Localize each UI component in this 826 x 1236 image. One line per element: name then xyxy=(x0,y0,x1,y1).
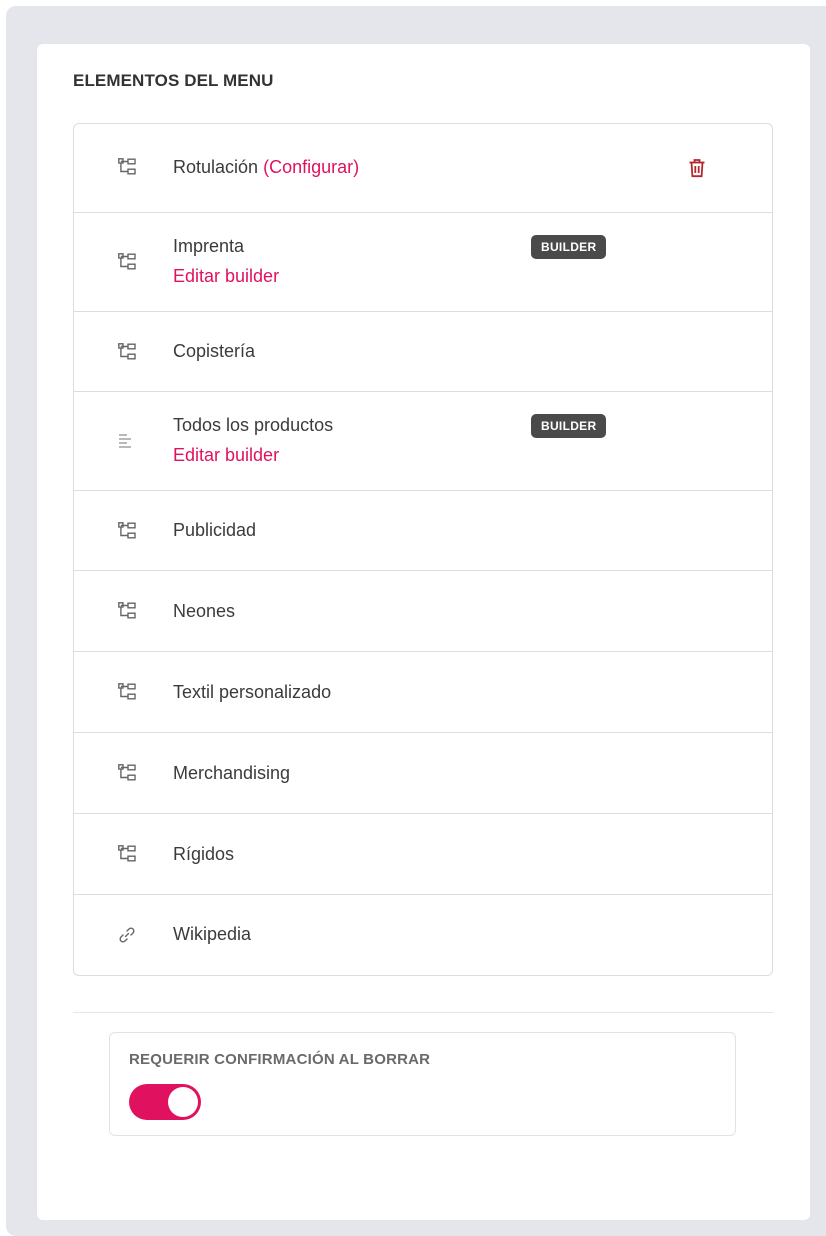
menu-item-publicidad[interactable]: Publicidad xyxy=(74,491,772,571)
page-background: ELEMENTOS DEL MENU Rotulación (Configura… xyxy=(6,6,826,1236)
menu-item-neones[interactable]: Neones xyxy=(74,571,772,652)
menu-item-rigidos[interactable]: Rígidos xyxy=(74,814,772,895)
menu-item-label: Todos los productos xyxy=(173,415,334,435)
menu-item-label: Textil personalizado xyxy=(173,682,332,702)
trash-icon[interactable] xyxy=(688,158,706,178)
menu-item-label: Copistería xyxy=(173,341,256,361)
confirm-delete-setting: REQUERIR CONFIRMACIÓN AL BORRAR xyxy=(109,1032,736,1136)
edit-builder-link[interactable]: Editar builder xyxy=(173,266,279,287)
menu-item-textil-personalizado[interactable]: Textil personalizado xyxy=(74,652,772,733)
sitemap-icon[interactable] xyxy=(118,522,136,540)
sitemap-icon[interactable] xyxy=(118,764,136,782)
confirm-delete-toggle[interactable] xyxy=(129,1084,201,1120)
menu-item-rotulacion[interactable]: Rotulación (Configurar) xyxy=(74,124,772,213)
menu-item-todos-los-productos[interactable]: Todos los productos Editar builder BUILD… xyxy=(74,392,772,491)
menu-item-label: Neones xyxy=(173,601,236,621)
sitemap-icon[interactable] xyxy=(118,845,136,863)
builder-badge: BUILDER xyxy=(531,235,607,259)
menu-item-label: Merchandising xyxy=(173,763,291,783)
menu-item-label: Imprenta xyxy=(173,236,245,256)
builder-badge: BUILDER xyxy=(531,414,607,438)
menu-item-label: Wikipedia xyxy=(173,924,252,944)
divider xyxy=(73,1012,773,1013)
toggle-knob xyxy=(168,1087,198,1117)
confirm-delete-label: REQUERIR CONFIRMACIÓN AL BORRAR xyxy=(129,1051,431,1068)
menu-items-list: Rotulación (Configurar) Imprenta Editar … xyxy=(73,123,773,976)
menu-elements-card: ELEMENTOS DEL MENU Rotulación (Configura… xyxy=(37,44,810,1220)
align-left-icon[interactable] xyxy=(118,432,136,450)
sitemap-icon[interactable] xyxy=(118,683,136,701)
sitemap-icon[interactable] xyxy=(118,253,136,271)
sitemap-icon[interactable] xyxy=(118,343,136,361)
menu-item-label: Rotulación (Configurar) xyxy=(173,157,360,177)
menu-item-copisteria[interactable]: Copistería xyxy=(74,312,772,392)
edit-builder-link[interactable]: Editar builder xyxy=(173,445,279,466)
sitemap-icon[interactable] xyxy=(118,602,136,620)
menu-item-wikipedia[interactable]: Wikipedia xyxy=(74,895,772,975)
configure-link[interactable]: (Configurar) xyxy=(263,157,359,177)
menu-item-label: Publicidad xyxy=(173,520,257,540)
menu-item-merchandising[interactable]: Merchandising xyxy=(74,733,772,814)
menu-item-imprenta[interactable]: Imprenta Editar builder BUILDER xyxy=(74,213,772,312)
link-icon[interactable] xyxy=(118,926,136,944)
section-title: ELEMENTOS DEL MENU xyxy=(73,71,274,90)
menu-item-label: Rígidos xyxy=(173,844,235,864)
sitemap-icon[interactable] xyxy=(118,158,136,176)
